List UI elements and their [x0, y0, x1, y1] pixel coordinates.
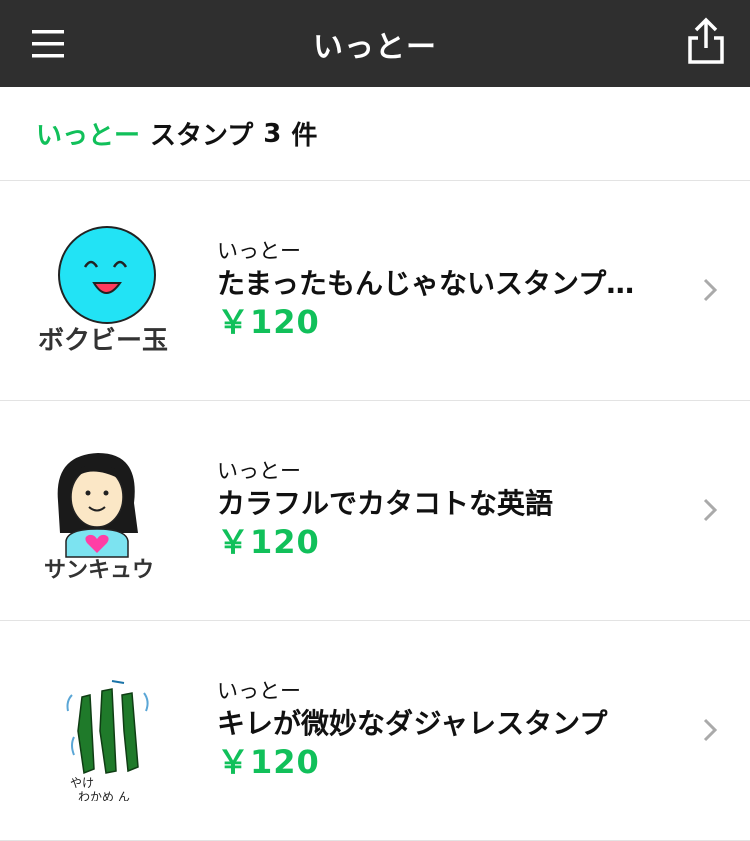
summary-author[interactable]: いっとー: [36, 115, 140, 152]
chevron-right-icon: [702, 277, 718, 303]
thumbnail-caption: ボクビー玉: [38, 326, 168, 356]
chevron-right-icon: [702, 497, 718, 523]
page-title: いっとー: [313, 29, 437, 65]
sticker-list: ボクビー玉 いっとー たまったもんじゃないスタンプ… ￥120 サンキュウ いっ…: [0, 181, 750, 841]
item-title: キレが微妙なダジャレスタンプ: [217, 707, 608, 740]
sticker-thumbnail: ボクビー玉: [28, 221, 178, 361]
thumbnail-caption: サンキュウ: [44, 558, 154, 581]
item-author: いっとー: [217, 459, 301, 483]
summary-unit: 件: [291, 121, 318, 151]
app-header: いっとー: [0, 0, 750, 87]
item-title: たまったもんじゃないスタンプ…: [217, 267, 635, 300]
share-icon[interactable]: [684, 16, 728, 68]
item-price: ￥120: [217, 523, 320, 561]
sticker-thumbnail: やけ わかめ ん: [28, 661, 178, 804]
item-title: カラフルでカタコトな英語: [217, 487, 554, 520]
list-item[interactable]: ボクビー玉 いっとー たまったもんじゃないスタンプ… ￥120: [0, 181, 750, 401]
summary-count: 3: [263, 118, 282, 149]
item-author: いっとー: [217, 239, 301, 263]
sticker-thumbnail: サンキュウ: [28, 441, 178, 583]
item-author: いっとー: [217, 679, 301, 703]
result-summary: いっとー スタンプ 3 件: [0, 87, 750, 181]
chevron-right-icon: [702, 717, 718, 743]
list-item[interactable]: サンキュウ いっとー カラフルでカタコトな英語 ￥120: [0, 401, 750, 621]
item-price: ￥120: [217, 743, 320, 781]
summary-label: スタンプ: [150, 121, 254, 151]
hamburger-menu-icon[interactable]: [26, 24, 70, 64]
item-price: ￥120: [217, 303, 320, 341]
thumbnail-caption: やけ: [70, 776, 94, 790]
list-item[interactable]: やけ わかめ ん いっとー キレが微妙なダジャレスタンプ ￥120: [0, 621, 750, 841]
thumbnail-caption: わかめ ん: [78, 790, 130, 801]
